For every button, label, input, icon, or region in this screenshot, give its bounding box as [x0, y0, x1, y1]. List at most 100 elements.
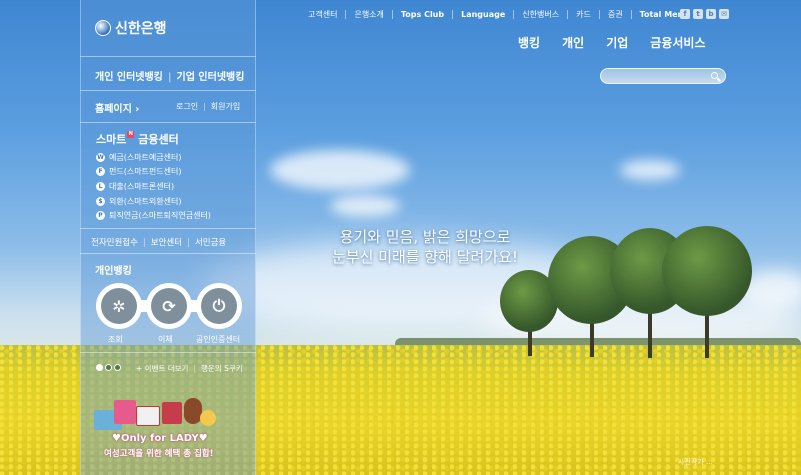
search-input[interactable]	[601, 74, 725, 89]
movie-ticket-icon	[136, 406, 160, 426]
smart-item-label: 외환(스마트외환센터)	[109, 196, 182, 206]
cloud	[620, 160, 680, 180]
photo-credit: 사진작가 ...	[678, 458, 713, 466]
chevron-right-icon: ›	[135, 104, 140, 115]
nav-financial-services[interactable]: 금융서비스	[650, 34, 705, 51]
smart-item-label: 대출(스마트론센터)	[109, 181, 175, 191]
utility-customer-center[interactable]: 고객센터	[300, 9, 347, 19]
main-nav: 뱅킹 개인 기업 금융서비스	[518, 34, 727, 51]
fund-icon: F	[96, 167, 105, 177]
search-icon[interactable]	[711, 72, 718, 79]
divider	[80, 352, 256, 353]
smart-finance-title[interactable]: 스마트 N 금융센터	[96, 131, 179, 147]
pager-dot[interactable]	[114, 364, 121, 371]
smart-title-label-2: 금융센터	[138, 133, 179, 146]
smart-item-label: 예금(스마트예금센터)	[109, 152, 182, 162]
quick-link-microfinance[interactable]: 서민금융	[195, 238, 226, 248]
login-link[interactable]: 로그인	[176, 102, 198, 111]
event-links: + 이벤트 더보기 | 행운의 S쿠키	[136, 363, 243, 374]
gift-icon	[200, 410, 216, 426]
inquiry-button[interactable]: ✲	[96, 283, 142, 329]
personal-banking-controls: ✲ ⟳ ⏻	[96, 283, 242, 329]
nav-corporate[interactable]: 기업	[606, 34, 628, 51]
join-link[interactable]: 회원가입	[211, 102, 240, 111]
promo-subtitle: 여성고객을 위한 혜택 총 집합!	[104, 449, 214, 459]
smart-item-loan[interactable]: L 대출(스마트론센터)	[96, 179, 211, 194]
quick-links: 전자민원접수 | 보안센터 | 서민금융	[91, 236, 226, 248]
corporate-banking-link[interactable]: 기업 인터넷뱅킹	[177, 72, 245, 83]
social-links: f t b ✉	[680, 9, 729, 19]
personal-banking-link[interactable]: 개인 인터넷뱅킹	[95, 72, 163, 83]
loan-icon: L	[96, 181, 105, 191]
logo-mark-icon	[95, 20, 111, 36]
separator: |	[167, 72, 172, 83]
facebook-icon[interactable]: f	[680, 9, 690, 19]
separator: |	[142, 238, 146, 248]
slogan-line-1: 용기와 믿음, 밝은 희망으로	[339, 228, 511, 246]
pension-icon: P	[96, 211, 105, 221]
search-box	[600, 68, 726, 89]
smart-item-label: 퇴직연금(스마트퇴직연금센터)	[109, 211, 211, 221]
utility-tops-club[interactable]: Tops Club	[393, 9, 454, 19]
divider	[80, 122, 256, 123]
certificate-center-button[interactable]: ⏻	[196, 283, 242, 329]
smart-item-pension[interactable]: P 퇴직연금(스마트퇴직연금센터)	[96, 208, 211, 223]
nav-banking[interactable]: 뱅킹	[518, 34, 540, 51]
personal-banking-title: 개인뱅킹	[95, 266, 132, 277]
shinhan-logo[interactable]: 신한은행	[95, 18, 167, 38]
quick-link-security[interactable]: 보안센터	[151, 238, 182, 248]
separator: |	[203, 102, 206, 111]
new-badge: N	[127, 131, 135, 138]
homepage-link[interactable]: 홈페이지 ›	[95, 100, 139, 115]
utility-securities[interactable]: 증권	[600, 9, 632, 19]
divider	[80, 253, 256, 254]
transfer-button[interactable]: ⟳	[146, 283, 192, 329]
smart-item-label: 펀드(스마트펀드센터)	[109, 167, 182, 177]
smart-item-deposit[interactable]: W 예금(스마트예금센터)	[96, 150, 211, 165]
pager-dot[interactable]	[105, 364, 112, 371]
cloud	[270, 150, 410, 190]
quick-link-complaint[interactable]: 전자민원접수	[91, 238, 138, 248]
mail-icon[interactable]: ✉	[719, 9, 729, 19]
power-icon: ⏻	[201, 288, 237, 324]
smart-item-fx[interactable]: $ 외환(스마트외환센터)	[96, 194, 211, 209]
auth-links: 로그인 | 회원가입	[176, 101, 240, 112]
utility-shinhan-verse[interactable]: 신한뱅버스	[514, 9, 569, 19]
events-more-link[interactable]: + 이벤트 더보기	[136, 364, 188, 373]
separator: |	[187, 238, 190, 248]
logo-text: 신한은행	[115, 21, 167, 37]
gift-box-icon	[114, 400, 136, 424]
divider	[80, 90, 256, 91]
utility-nav: 고객센터 은행소개 Tops Club Language 신한뱅버스 카드 증권…	[300, 8, 710, 19]
divider	[80, 228, 256, 229]
smart-item-fund[interactable]: F 펀드(스마트펀드센터)	[96, 165, 211, 180]
inquiry-label: 조회	[108, 335, 123, 344]
fx-icon: $	[96, 196, 105, 206]
slogan-line-2: 눈부신 미래를 향해 달려가요!	[332, 248, 518, 266]
lady-promo-banner[interactable]	[92, 392, 222, 432]
smart-title-label: 스마트	[96, 133, 127, 146]
utility-bank-intro[interactable]: 은행소개	[346, 9, 393, 19]
transfer-label: 이체	[158, 335, 173, 344]
promo-title: ♥Only for LADY♥	[112, 433, 208, 444]
smart-finance-list: W 예금(스마트예금센터) F 펀드(스마트펀드센터) L 대출(스마트론센터) $ 외…	[96, 150, 211, 223]
homepage-label: 홈페이지	[95, 104, 132, 115]
tree	[662, 226, 752, 316]
twitter-icon[interactable]: t	[693, 9, 703, 19]
event-pager	[96, 364, 121, 371]
nav-personal[interactable]: 개인	[562, 34, 584, 51]
utility-card[interactable]: 카드	[568, 9, 600, 19]
gift-box-icon	[162, 402, 182, 424]
certificate-center-label: 공인인증센터	[196, 335, 241, 344]
utility-language[interactable]: Language	[453, 9, 515, 19]
hero-slogan: 용기와 믿음, 밝은 희망으로 눈부신 미래를 향해 달려가요!	[320, 227, 530, 267]
deposit-icon: W	[96, 152, 105, 162]
settings-icon: ✲	[101, 288, 137, 324]
transfer-icon: ⟳	[151, 288, 187, 324]
lucky-cookie-link[interactable]: 행운의 S쿠키	[201, 364, 243, 373]
internet-banking-links: 개인 인터넷뱅킹 | 기업 인터넷뱅킹	[95, 68, 244, 83]
blog-icon[interactable]: b	[706, 9, 716, 19]
cloud	[330, 195, 400, 217]
pager-dot[interactable]	[96, 364, 103, 371]
separator: |	[193, 364, 196, 373]
